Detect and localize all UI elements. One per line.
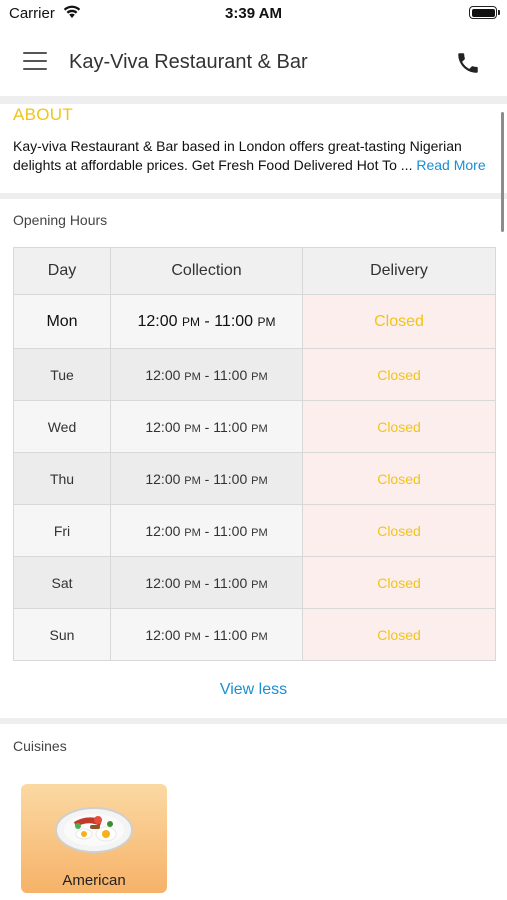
status-bar: Carrier 3:39 AM [0, 0, 507, 28]
table-row: Wed 12:00 PM - 11:00 PM Closed [13, 400, 496, 453]
delivery-status-cell: Closed [302, 556, 496, 609]
day-cell: Sat [13, 556, 111, 609]
opening-hours-heading: Opening Hours [13, 212, 108, 228]
column-header-collection: Collection [110, 247, 303, 295]
battery-icon [469, 6, 500, 19]
app-header: Kay-Viva Restaurant & Bar [0, 32, 507, 96]
breakfast-plate-icon [55, 807, 133, 853]
phone-icon[interactable] [455, 50, 481, 76]
column-header-delivery: Delivery [302, 247, 496, 295]
delivery-status-cell: Closed [302, 452, 496, 505]
restaurant-title: Kay-Viva Restaurant & Bar [69, 51, 308, 73]
table-header-row: Day Collection Delivery [13, 247, 496, 295]
delivery-status-cell: Closed [302, 294, 496, 349]
table-row: Mon 12:00 PM - 11:00 PM Closed [13, 294, 496, 349]
delivery-status-cell: Closed [302, 400, 496, 453]
collection-hours-cell: 12:00 PM - 11:00 PM [110, 452, 303, 505]
cuisine-name: American [62, 872, 126, 889]
divider [0, 718, 507, 724]
table-row: Sun 12:00 PM - 11:00 PM Closed [13, 608, 496, 661]
about-text: Kay-viva Restaurant & Bar based in Londo… [13, 137, 498, 175]
day-cell: Tue [13, 348, 111, 401]
scrollbar[interactable] [501, 112, 504, 232]
collection-hours-cell: 12:00 PM - 11:00 PM [110, 608, 303, 661]
read-more-link[interactable]: Read More [416, 157, 485, 173]
clock: 3:39 AM [225, 5, 282, 22]
collection-hours-cell: 12:00 PM - 11:00 PM [110, 400, 303, 453]
table-row: Fri 12:00 PM - 11:00 PM Closed [13, 504, 496, 557]
day-cell: Mon [13, 294, 111, 349]
collection-hours-cell: 12:00 PM - 11:00 PM [110, 556, 303, 609]
day-cell: Sun [13, 608, 111, 661]
table-row: Tue 12:00 PM - 11:00 PM Closed [13, 348, 496, 401]
day-cell: Thu [13, 452, 111, 505]
delivery-status-cell: Closed [302, 608, 496, 661]
cuisine-card-american[interactable]: American [21, 784, 167, 893]
table-row: Sat 12:00 PM - 11:00 PM Closed [13, 556, 496, 609]
column-header-day: Day [13, 247, 111, 295]
collection-hours-cell: 12:00 PM - 11:00 PM [110, 294, 303, 349]
collection-hours-cell: 12:00 PM - 11:00 PM [110, 504, 303, 557]
about-description: Kay-viva Restaurant & Bar based in Londo… [13, 138, 462, 173]
delivery-status-cell: Closed [302, 348, 496, 401]
divider [0, 96, 507, 104]
opening-hours-table: Day Collection Delivery Mon 12:00 PM - 1… [13, 247, 496, 661]
collection-hours-cell: 12:00 PM - 11:00 PM [110, 348, 303, 401]
hamburger-icon[interactable] [23, 52, 47, 72]
day-cell: Wed [13, 400, 111, 453]
divider [0, 193, 507, 199]
view-less-link[interactable]: View less [0, 681, 507, 699]
delivery-status-cell: Closed [302, 504, 496, 557]
about-heading: ABOUT [13, 105, 74, 124]
cuisines-heading: Cuisines [13, 738, 67, 754]
table-row: Thu 12:00 PM - 11:00 PM Closed [13, 452, 496, 505]
day-cell: Fri [13, 504, 111, 557]
